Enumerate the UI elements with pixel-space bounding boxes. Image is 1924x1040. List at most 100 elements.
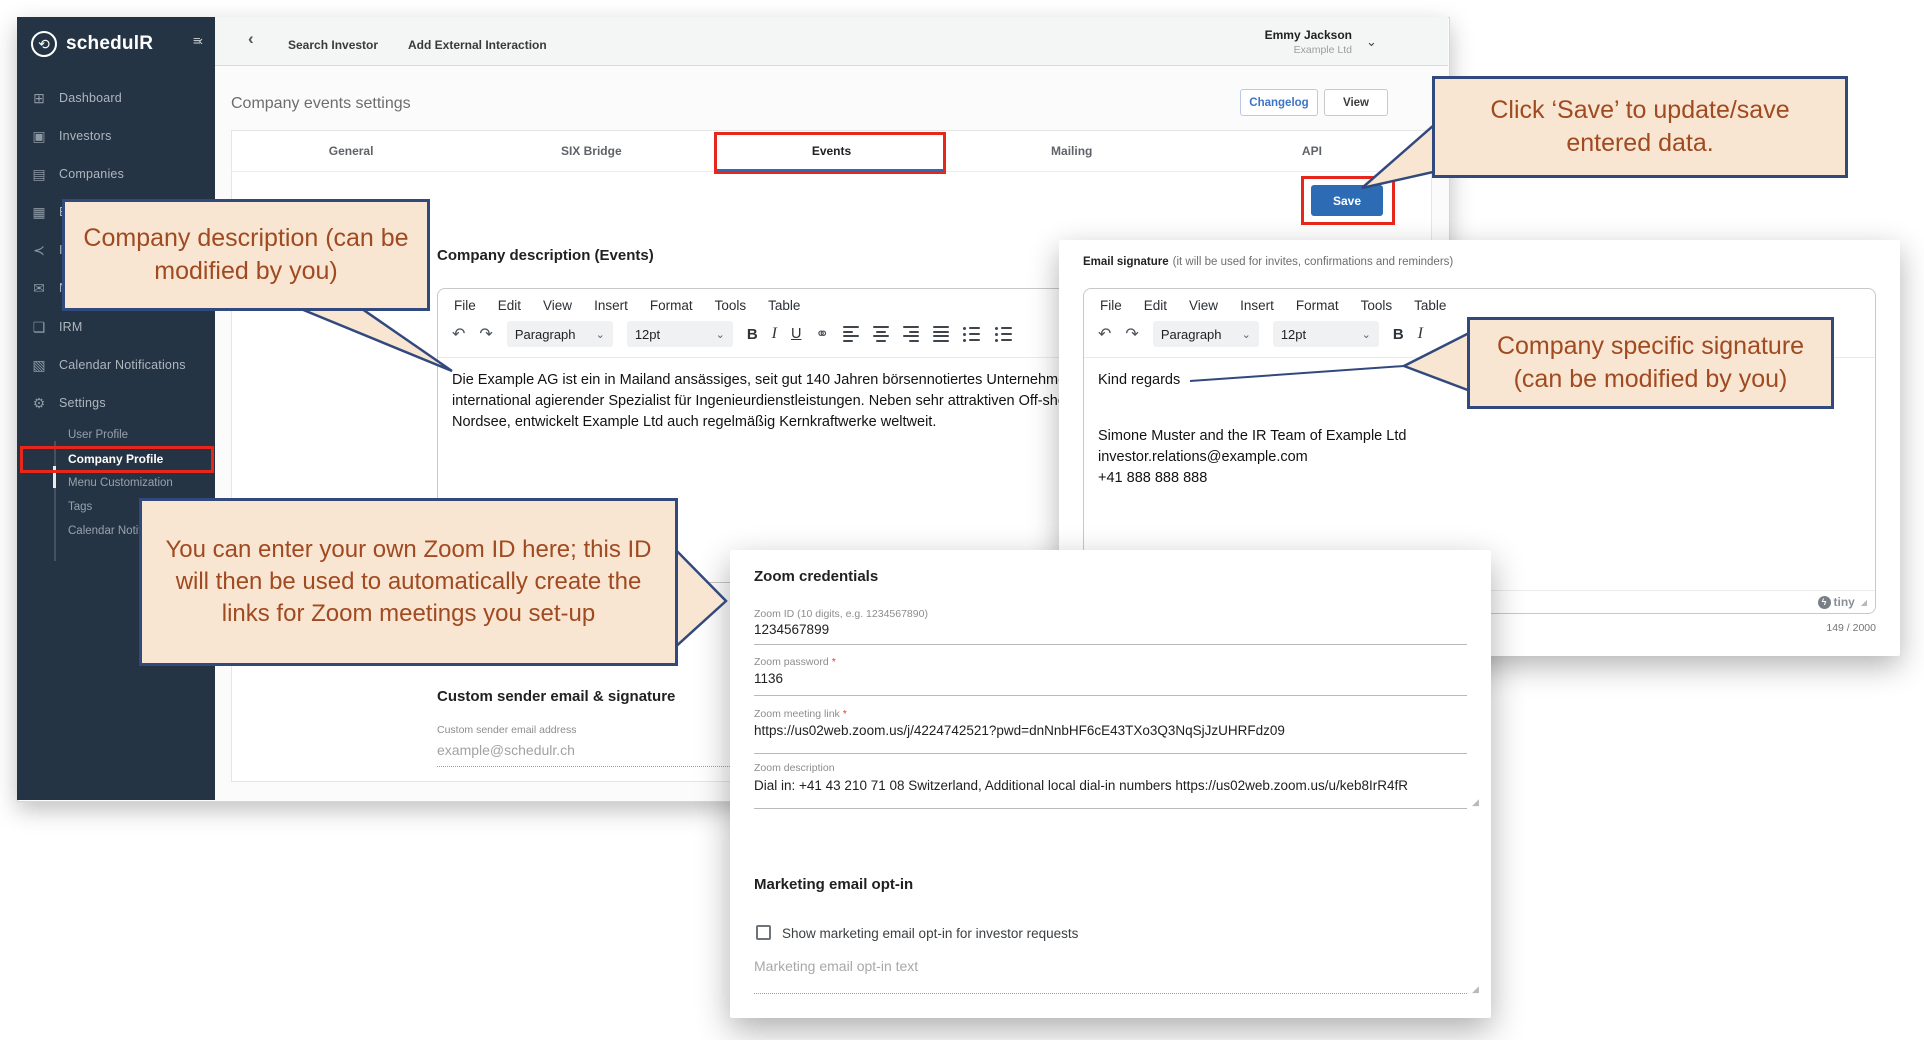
callout-save: Click ‘Save’ to update/save entered data… (1432, 76, 1848, 178)
sidebar-item-user-profile[interactable]: User Profile (68, 426, 128, 444)
italic-icon[interactable]: I (772, 325, 777, 343)
menu-insert[interactable]: Insert (1240, 298, 1274, 313)
menu-insert[interactable]: Insert (594, 298, 628, 313)
callout-zoom-id: You can enter your own Zoom ID here; thi… (139, 498, 678, 666)
menu-format[interactable]: Format (650, 298, 693, 313)
section-heading-zoom-credentials: Zoom credentials (754, 568, 878, 585)
sidebar-item-companies[interactable]: ▤ Companies (31, 162, 124, 186)
sidebar-item-tags[interactable]: Tags (68, 498, 92, 516)
bold-icon[interactable]: B (747, 326, 758, 343)
menu-tools[interactable]: Tools (1361, 298, 1393, 313)
zoom-password-input[interactable]: 1136 (754, 671, 1467, 686)
zoom-id-input[interactable]: 1234567899 (754, 622, 1467, 637)
schedulr-logo-icon: ⟲ (31, 31, 57, 57)
undo-icon[interactable]: ↶ (452, 324, 465, 344)
chevron-down-icon[interactable]: ⌄ (1366, 34, 1377, 50)
menu-file[interactable]: File (454, 298, 476, 313)
tab-mailing[interactable]: Mailing (952, 130, 1192, 171)
paragraph-select[interactable]: Paragraph ⌄ (507, 321, 613, 347)
brand-name: schedulR (66, 33, 153, 55)
investors-icon: ▣ (31, 128, 47, 145)
menu-view[interactable]: View (543, 298, 572, 313)
highlight-box-save-button (1301, 176, 1395, 225)
tinymce-logo[interactable]: ϟ tiny (1818, 595, 1855, 609)
topbar-link-add-external-interaction[interactable]: Add External Interaction (408, 38, 547, 52)
email-signature-label: Email signature (1083, 256, 1169, 268)
sub-item-label: Tags (68, 501, 92, 513)
align-left-icon[interactable] (843, 326, 859, 342)
sidebar-item-label: Calendar Notifications (59, 358, 186, 372)
align-justify-icon[interactable] (933, 326, 949, 342)
editor-menubar: File Edit View Insert Format Tools Table (1084, 289, 1875, 313)
resize-handle-icon[interactable]: ◢ (1472, 984, 1479, 995)
zoom-meeting-link-input[interactable]: https://us02web.zoom.us/j/4224742521?pwd… (754, 723, 1467, 738)
sidebar-item-investors[interactable]: ▣ Investors (31, 124, 112, 148)
sidebar-collapse-icon[interactable]: ≡‹ (193, 33, 201, 48)
underline-icon[interactable]: U (791, 326, 801, 342)
zoom-description-input[interactable]: Dial in: +41 43 210 71 08 Switzerland, A… (754, 778, 1467, 793)
back-chevron-icon[interactable]: ‹ (248, 29, 254, 49)
align-right-icon[interactable] (903, 326, 919, 342)
menu-file[interactable]: File (1100, 298, 1122, 313)
custom-sender-email-label: Custom sender email address (437, 724, 576, 736)
highlight-box-events-tab (714, 132, 946, 174)
redo-icon[interactable]: ↷ (1125, 324, 1138, 344)
signature-text-line: +41 888 888 888 (1098, 468, 1861, 489)
sidebar-item-menu-customization[interactable]: Menu Customization (68, 474, 173, 492)
menu-table[interactable]: Table (1414, 298, 1446, 313)
tab-api[interactable]: API (1192, 130, 1432, 171)
required-mark: * (832, 656, 836, 668)
resize-handle-icon[interactable]: ◢ (1472, 797, 1479, 808)
fontsize-select-value: 12pt (1281, 327, 1306, 342)
menu-edit[interactable]: Edit (1144, 298, 1167, 313)
tiny-bolt-icon: ϟ (1818, 596, 1831, 609)
tab-six-bridge[interactable]: SIX Bridge (471, 130, 711, 171)
sidebar-item-label: Investors (59, 129, 112, 143)
view-button[interactable]: View (1324, 89, 1388, 116)
highlight-box-company-profile (20, 446, 214, 473)
menu-table[interactable]: Table (768, 298, 800, 313)
menu-view[interactable]: View (1189, 298, 1218, 313)
undo-icon[interactable]: ↶ (1098, 324, 1111, 344)
menu-format[interactable]: Format (1296, 298, 1339, 313)
share-icon: ≺ (31, 242, 47, 259)
companies-icon: ▤ (31, 166, 47, 183)
align-center-icon[interactable] (873, 326, 889, 342)
fontsize-select[interactable]: 12pt ⌄ (627, 321, 733, 347)
user-menu[interactable]: Emmy Jackson Example Ltd (1232, 28, 1352, 56)
link-icon[interactable]: ⚭ (815, 324, 828, 344)
required-mark: * (843, 708, 847, 720)
callout-signature: Company specific signature (can be modif… (1467, 317, 1834, 409)
changelog-button[interactable]: Changelog (1240, 89, 1318, 116)
menu-tools[interactable]: Tools (715, 298, 747, 313)
field-label-text: Zoom meeting link (754, 708, 840, 720)
numbered-list-icon[interactable] (995, 327, 1013, 342)
italic-icon[interactable]: I (1418, 325, 1423, 343)
field-label-text: Zoom password (754, 656, 829, 668)
bullet-list-icon[interactable] (963, 327, 981, 342)
field-underline (754, 753, 1467, 754)
bold-icon[interactable]: B (1393, 326, 1404, 343)
field-underline (754, 993, 1467, 994)
field-underline (754, 808, 1467, 809)
sidebar-item-calendar-notifications[interactable]: ▧ Calendar Notifications (31, 353, 186, 377)
fontsize-select[interactable]: 12pt ⌄ (1273, 321, 1379, 347)
menu-edit[interactable]: Edit (498, 298, 521, 313)
user-company: Example Ltd (1232, 44, 1352, 56)
tab-general[interactable]: General (231, 130, 471, 171)
redo-icon[interactable]: ↷ (479, 324, 492, 344)
resize-handle-icon[interactable]: ◢ (1861, 598, 1867, 607)
paragraph-select[interactable]: Paragraph ⌄ (1153, 321, 1259, 347)
character-counter: 149 / 2000 (1700, 622, 1876, 634)
sidebar-item-irm[interactable]: ❏ IRM (31, 315, 83, 339)
chevron-down-icon: ⌄ (716, 328, 725, 341)
sidebar-item-settings[interactable]: ⚙ Settings (31, 391, 106, 415)
sidebar-item-dashboard[interactable]: ⊞ Dashboard (31, 86, 122, 110)
field-underline (754, 644, 1467, 645)
custom-sender-email-input[interactable]: example@schedulr.ch (437, 742, 575, 758)
marketing-opt-in-checkbox[interactable] (756, 925, 771, 940)
mail-icon: ✉ (31, 280, 47, 297)
topbar-link-search-investor[interactable]: Search Investor (288, 38, 378, 52)
marketing-opt-in-text-input[interactable]: Marketing email opt-in text (754, 958, 918, 974)
page-title: Company events settings (231, 95, 411, 113)
